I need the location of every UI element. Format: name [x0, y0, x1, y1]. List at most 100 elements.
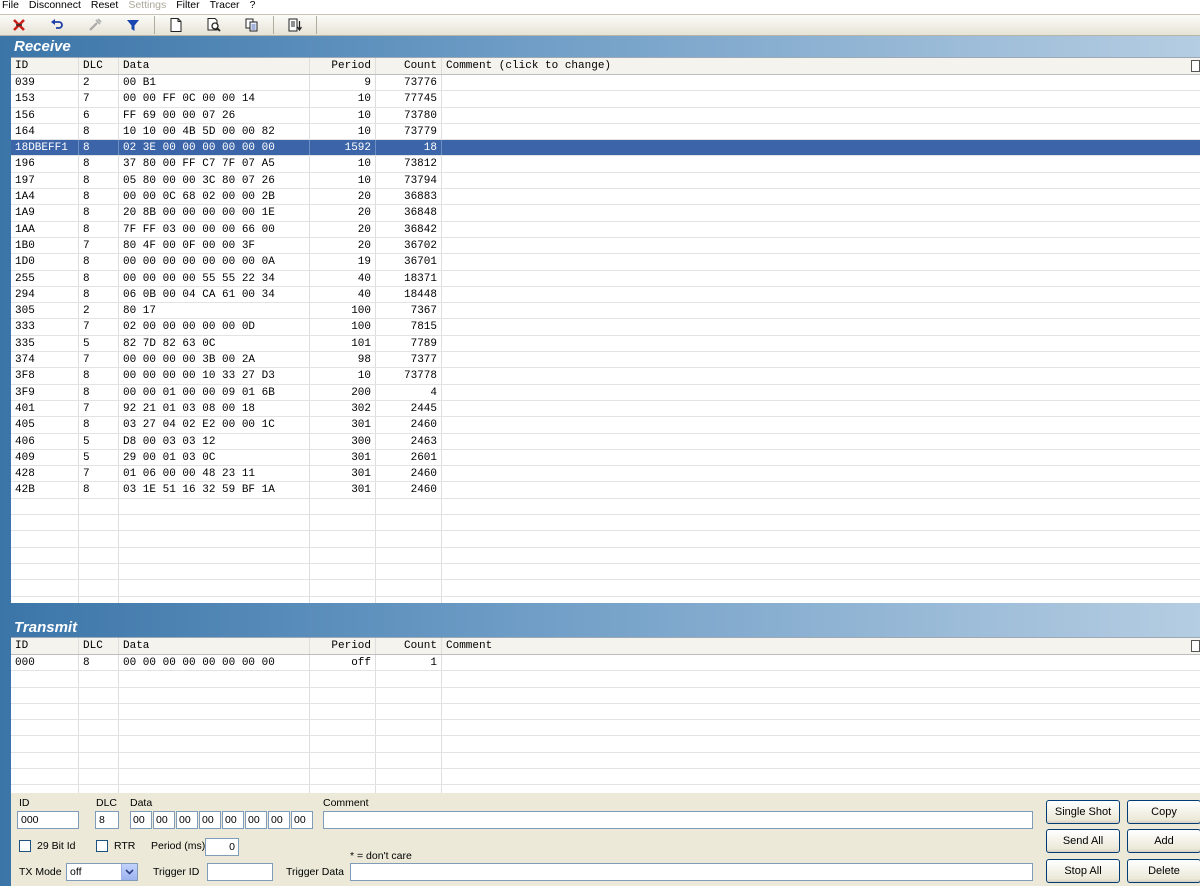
- table-row[interactable]: 428 7 01 06 00 00 48 23 11 301 2460: [11, 466, 1200, 483]
- filter-icon[interactable]: [114, 15, 152, 35]
- table-row[interactable]: 255 8 00 00 00 00 55 55 22 34 40 18371: [11, 270, 1200, 287]
- menu-disconnect[interactable]: Disconnect: [24, 0, 86, 14]
- table-row[interactable]: 333 7 02 00 00 00 00 00 0D 100 7815: [11, 319, 1200, 336]
- cell-comment[interactable]: [442, 482, 1187, 497]
- id-input[interactable]: 000: [17, 811, 79, 829]
- column-header-count[interactable]: Count: [376, 58, 442, 74]
- trigger-data-input[interactable]: [350, 863, 1033, 881]
- table-row[interactable]: 409 5 29 00 01 03 0C 301 2601: [11, 449, 1200, 467]
- column-header-period[interactable]: Period: [310, 638, 376, 654]
- table-row[interactable]: 164 8 10 10 00 4B 5D 00 00 82 10 73779: [11, 123, 1200, 141]
- cell-comment[interactable]: [442, 75, 1187, 90]
- disconnect-icon[interactable]: [0, 15, 38, 35]
- table-row[interactable]: 374 7 00 00 00 00 3B 00 2A 98 7377: [11, 352, 1200, 369]
- cell-comment[interactable]: [442, 238, 1187, 253]
- table-row[interactable]: 1B0 7 80 4F 00 0F 00 00 3F 20 36702: [11, 237, 1200, 255]
- column-header-dlc[interactable]: DLC: [79, 638, 119, 654]
- column-header-period[interactable]: Period: [310, 58, 376, 74]
- add-button[interactable]: Add: [1127, 829, 1200, 853]
- trigger-id-input[interactable]: [207, 863, 273, 881]
- table-row[interactable]: 405 8 03 27 04 02 E2 00 00 1C 301 2460: [11, 417, 1200, 434]
- cell-comment[interactable]: [442, 189, 1187, 204]
- single-shot-button[interactable]: Single Shot: [1046, 800, 1120, 824]
- menu-settings[interactable]: Settings: [123, 0, 171, 14]
- column-header-data[interactable]: Data: [119, 638, 310, 654]
- cell-comment[interactable]: [442, 434, 1187, 449]
- table-row[interactable]: 3F8 8 00 00 00 00 10 33 27 D3 10 73778: [11, 368, 1200, 385]
- data-byte-input[interactable]: 00: [130, 811, 152, 829]
- data-byte-input[interactable]: 00: [153, 811, 175, 829]
- table-row[interactable]: 197 8 05 80 00 00 3C 80 07 26 10 73794: [11, 172, 1200, 190]
- column-chooser-icon[interactable]: [1191, 640, 1200, 652]
- table-row[interactable]: 1AA 8 7F FF 03 00 00 00 66 00 20 36842: [11, 221, 1200, 238]
- rtr-checkbox[interactable]: [96, 840, 108, 852]
- menu-reset[interactable]: Reset: [86, 0, 123, 14]
- cell-comment[interactable]: [442, 450, 1187, 465]
- cell-comment[interactable]: [442, 254, 1187, 269]
- column-header-dlc[interactable]: DLC: [79, 58, 119, 74]
- table-row[interactable]: 156 6 FF 69 00 00 07 26 10 73780: [11, 107, 1200, 124]
- table-row[interactable]: 3F9 8 00 00 01 00 00 09 01 6B 200 4: [11, 384, 1200, 401]
- table-row[interactable]: 18DBEFF1 8 02 3E 00 00 00 00 00 00 1592 18: [11, 140, 1200, 157]
- cell-comment[interactable]: [442, 417, 1187, 432]
- comment-input[interactable]: [323, 811, 1033, 829]
- data-byte-input[interactable]: 00: [268, 811, 290, 829]
- table-row[interactable]: 305 2 80 17 100 7367: [11, 303, 1200, 320]
- table-row[interactable]: 1A4 8 00 00 0C 68 02 00 00 2B 20 36883: [11, 189, 1200, 206]
- print-preview-icon[interactable]: [195, 15, 233, 35]
- cell-comment[interactable]: [442, 401, 1187, 416]
- data-byte-input[interactable]: 00: [245, 811, 267, 829]
- table-row[interactable]: 039 2 00 B1 9 73776: [11, 75, 1200, 92]
- table-row[interactable]: 196 8 37 80 00 FF C7 7F 07 A5 10 73812: [11, 156, 1200, 173]
- data-byte-input[interactable]: 00: [222, 811, 244, 829]
- table-row[interactable]: 335 5 82 7D 82 63 0C 101 7789: [11, 335, 1200, 353]
- table-row[interactable]: 42B 8 03 1E 51 16 32 59 BF 1A 301 2460: [11, 482, 1200, 499]
- menu-filter[interactable]: Filter: [171, 0, 204, 14]
- cell-comment[interactable]: [442, 124, 1187, 139]
- cell-comment[interactable]: [442, 466, 1187, 481]
- cell-comment[interactable]: [442, 140, 1187, 155]
- column-header-id[interactable]: ID: [11, 638, 79, 654]
- table-row[interactable]: 153 7 00 00 FF 0C 00 00 14 10 77745: [11, 91, 1200, 108]
- menu-tracer[interactable]: Tracer: [205, 0, 245, 14]
- column-header-comment[interactable]: Comment: [442, 638, 1187, 654]
- settings-tools-icon[interactable]: [76, 15, 114, 35]
- table-row[interactable]: 1D0 8 00 00 00 00 00 00 00 0A 19 36701: [11, 254, 1200, 271]
- cell-comment[interactable]: [442, 303, 1187, 318]
- cell-comment[interactable]: [442, 655, 1187, 670]
- menu-help[interactable]: ?: [245, 0, 261, 14]
- dlc-input[interactable]: 8: [95, 811, 119, 829]
- column-header-comment[interactable]: Comment (click to change): [442, 58, 1187, 74]
- cell-comment[interactable]: [442, 222, 1187, 237]
- table-row[interactable]: 1A9 8 20 8B 00 00 00 00 00 1E 20 36848: [11, 205, 1200, 222]
- cell-comment[interactable]: [442, 271, 1187, 286]
- menu-file[interactable]: File: [0, 0, 24, 14]
- copy-button[interactable]: Copy: [1127, 800, 1200, 824]
- data-byte-input[interactable]: 00: [176, 811, 198, 829]
- table-row[interactable]: 294 8 06 0B 00 04 CA 61 00 34 40 18448: [11, 286, 1200, 304]
- column-header-data[interactable]: Data: [119, 58, 310, 74]
- table-row[interactable]: 406 5 D8 00 03 03 12 300 2463: [11, 433, 1200, 450]
- cell-comment[interactable]: [442, 336, 1187, 351]
- cell-comment[interactable]: [442, 287, 1187, 302]
- cell-comment[interactable]: [442, 173, 1187, 188]
- 29-bit-id-checkbox[interactable]: [19, 840, 31, 852]
- tx-mode-select[interactable]: off: [66, 863, 138, 881]
- table-row[interactable]: 000 8 00 00 00 00 00 00 00 00 off 1: [11, 655, 1200, 672]
- period-input[interactable]: 0: [205, 838, 239, 856]
- chevron-down-icon[interactable]: [121, 864, 137, 880]
- column-header-count[interactable]: Count: [376, 638, 442, 654]
- cell-comment[interactable]: [442, 91, 1187, 106]
- export-icon[interactable]: [276, 15, 314, 35]
- cell-comment[interactable]: [442, 319, 1187, 334]
- cell-comment[interactable]: [442, 352, 1187, 367]
- delete-button[interactable]: Delete: [1127, 859, 1200, 883]
- stop-all-button[interactable]: Stop All: [1046, 859, 1120, 883]
- cell-comment[interactable]: [442, 368, 1187, 383]
- cell-comment[interactable]: [442, 385, 1187, 400]
- new-document-icon[interactable]: [157, 15, 195, 35]
- undo-icon[interactable]: [38, 15, 76, 35]
- copy-icon[interactable]: [233, 15, 271, 35]
- send-all-button[interactable]: Send All: [1046, 829, 1120, 853]
- column-chooser-icon[interactable]: [1191, 60, 1200, 72]
